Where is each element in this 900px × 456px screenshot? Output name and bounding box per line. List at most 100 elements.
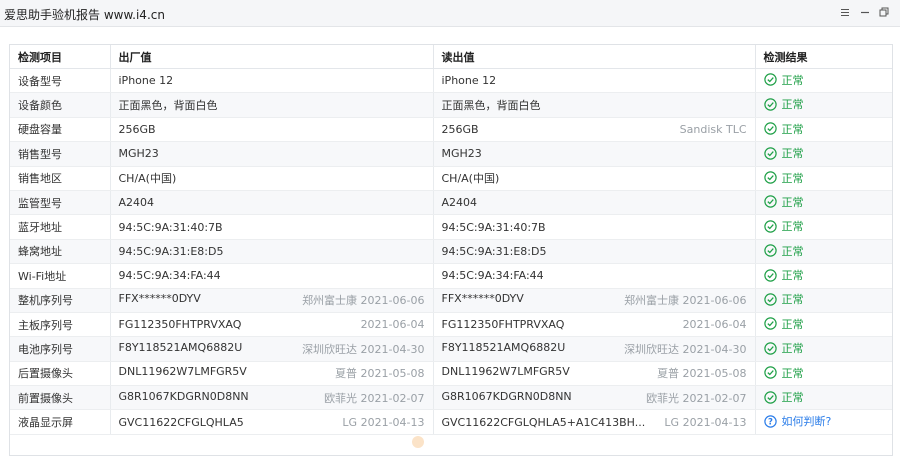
menu-icon[interactable] <box>838 5 852 19</box>
factory-value-cell: F8Y118521AMQ6882U 深圳欣旺达 2021-04-30 <box>110 336 434 362</box>
item-cell: 蜂窝地址 <box>10 239 111 265</box>
result-label: 正常 <box>781 269 804 283</box>
check-circle-icon <box>763 195 782 209</box>
factory-value-cell: FFX******0DYV 郑州富士康 2021-06-06 <box>110 288 434 313</box>
result-status: 正常 <box>763 121 804 137</box>
factory-value-cell: 94:5C:9A:31:E8:D5 <box>110 239 434 265</box>
factory-value: FFX******0DYV <box>118 292 201 306</box>
item-label: 销售型号 <box>18 147 62 161</box>
read-meta: 2021-06-04 <box>682 318 747 332</box>
result-status: 正常 <box>763 243 804 259</box>
factory-value: CH/A(中国) <box>118 172 177 186</box>
item-cell: 液晶显示屏 <box>10 409 111 435</box>
factory-value-cell: 正面黑色，背面白色 <box>110 92 434 118</box>
read-meta: 深圳欣旺达 2021-04-30 <box>624 342 747 356</box>
factory-value: DNL11962W7LMFGR5V <box>118 365 247 379</box>
read-value-cell: 正面黑色，背面白色 <box>433 92 756 118</box>
check-circle-icon <box>763 342 782 355</box>
window-title: 爱思助手验机报告 www.i4.cn <box>4 8 165 22</box>
factory-value-cell: G8R1067KDGRN0D8NN 欧菲光 2021-02-07 <box>110 385 434 411</box>
header-item: 检测项目 <box>10 45 111 69</box>
factory-meta: 夏普 2021-05-08 <box>335 367 425 381</box>
table-row: 销售地区 CH/A(中国) CH/A(中国) 正常 <box>10 166 892 191</box>
result-cell[interactable]: ? 如何判断? <box>755 409 892 435</box>
result-cell: 正常 <box>755 166 892 191</box>
read-value: FFX******0DYV <box>441 292 524 306</box>
result-label: 正常 <box>781 244 804 258</box>
result-label: 正常 <box>781 293 804 307</box>
table-row: 后置摄像头 DNL11962W7LMFGR5V 夏普 2021-05-08 DNL11… <box>10 361 892 387</box>
read-value: 正面黑色，背面白色 <box>441 99 541 113</box>
read-meta: 郑州富士康 2021-06-06 <box>624 294 747 308</box>
read-meta: LG 2021-04-13 <box>664 415 747 429</box>
restore-icon[interactable] <box>877 5 891 19</box>
read-value-cell: DNL11962W7LMFGR5V 夏普 2021-05-08 <box>433 361 756 387</box>
result-label: 正常 <box>781 391 804 405</box>
item-cell: 监管型号 <box>10 190 111 216</box>
factory-value-cell: GVC11622CFGLQHLA5 LG 2021-04-13 <box>110 409 434 435</box>
item-label: 整机序列号 <box>18 294 73 308</box>
result-label: 正常 <box>781 317 804 331</box>
result-status: 正常 <box>763 389 804 405</box>
item-label: 后置摄像头 <box>18 367 73 381</box>
result-label: 正常 <box>781 220 804 234</box>
result-cell: 正常 <box>755 239 892 265</box>
report-table-container: 检测项目 出厂值 读出值 检测结果 设备型号 iPhone 12 iPhone 12… <box>9 44 893 456</box>
result-label: 如何判断? <box>781 415 832 429</box>
result-label: 正常 <box>781 98 804 112</box>
table-row: 液晶显示屏 GVC11622CFGLQHLA5 LG 2021-04-13 GVC11… <box>10 409 892 435</box>
read-meta: 欧菲光 2021-02-07 <box>646 391 747 405</box>
table-row: 蜂窝地址 94:5C:9A:31:E8:D5 94:5C:9A:31:E8:D5 正常 <box>10 239 892 265</box>
result-status: 正常 <box>763 170 804 186</box>
how-to-judge-link[interactable]: ? 如何判断? <box>763 413 832 429</box>
factory-value-cell: 94:5C:9A:34:FA:44 <box>110 263 434 289</box>
read-value-cell: 256GB Sandisk TLC <box>433 117 756 143</box>
factory-value: 94:5C:9A:31:E8:D5 <box>118 244 224 258</box>
item-cell: 销售地区 <box>10 166 111 191</box>
header-result: 检测结果 <box>755 45 892 69</box>
read-value-cell: 94:5C:9A:34:FA:44 <box>433 263 756 289</box>
factory-value-cell: iPhone 12 <box>110 68 434 94</box>
result-status: 正常 <box>763 72 804 88</box>
result-label: 正常 <box>781 195 804 209</box>
result-label: 正常 <box>781 171 804 185</box>
table-row: 前置摄像头 G8R1067KDGRN0D8NN 欧菲光 2021-02-07 G8R1… <box>10 385 892 411</box>
factory-value: FG112350FHTPRVXAQ <box>118 318 242 332</box>
item-cell: 设备颜色 <box>10 92 111 118</box>
result-cell: 正常 <box>755 361 892 387</box>
check-circle-icon <box>763 171 782 184</box>
item-label: 前置摄像头 <box>18 391 73 405</box>
result-status: 正常 <box>763 194 804 210</box>
table-row: 销售型号 MGH23 MGH23 正常 <box>10 141 892 167</box>
check-circle-icon <box>763 244 782 257</box>
factory-value: G8R1067KDGRN0D8NN <box>118 389 249 403</box>
read-meta: Sandisk TLC <box>679 122 747 136</box>
item-cell: 设备型号 <box>10 68 111 94</box>
result-cell: 正常 <box>755 92 892 118</box>
read-value: 94:5C:9A:31:40:7B <box>441 220 546 234</box>
item-label: 设备颜色 <box>18 99 62 113</box>
read-value-cell: F8Y118521AMQ6882U 深圳欣旺达 2021-04-30 <box>433 336 756 362</box>
table-row: 监管型号 A2404 A2404 正常 <box>10 190 892 216</box>
read-value-cell: FFX******0DYV 郑州富士康 2021-06-06 <box>433 288 756 313</box>
result-cell: 正常 <box>755 141 892 167</box>
factory-meta: LG 2021-04-13 <box>342 415 425 429</box>
factory-value: GVC11622CFGLQHLA5 <box>118 415 244 429</box>
check-circle-icon <box>763 122 782 135</box>
read-value-cell: FG112350FHTPRVXAQ 2021-06-04 <box>433 312 756 338</box>
loading-indicator <box>412 436 430 448</box>
read-value: A2404 <box>441 196 478 210</box>
minimize-icon[interactable] <box>858 5 872 19</box>
item-cell: 整机序列号 <box>10 288 111 313</box>
item-cell: 后置摄像头 <box>10 361 111 387</box>
read-value: GVC11622CFGLQHLA5+A1C413BH... <box>441 415 646 429</box>
result-label: 正常 <box>781 342 804 356</box>
table-row: 主板序列号 FG112350FHTPRVXAQ 2021-06-04 FG112350… <box>10 312 892 338</box>
result-cell: 正常 <box>755 214 892 240</box>
result-status: 正常 <box>763 316 804 332</box>
result-cell: 正常 <box>755 385 892 411</box>
header-read-value: 读出值 <box>433 45 756 69</box>
item-label: 液晶显示屏 <box>18 416 73 430</box>
item-label: 销售地区 <box>18 172 62 186</box>
title-bar: 爱思助手验机报告 www.i4.cn <box>0 0 900 27</box>
